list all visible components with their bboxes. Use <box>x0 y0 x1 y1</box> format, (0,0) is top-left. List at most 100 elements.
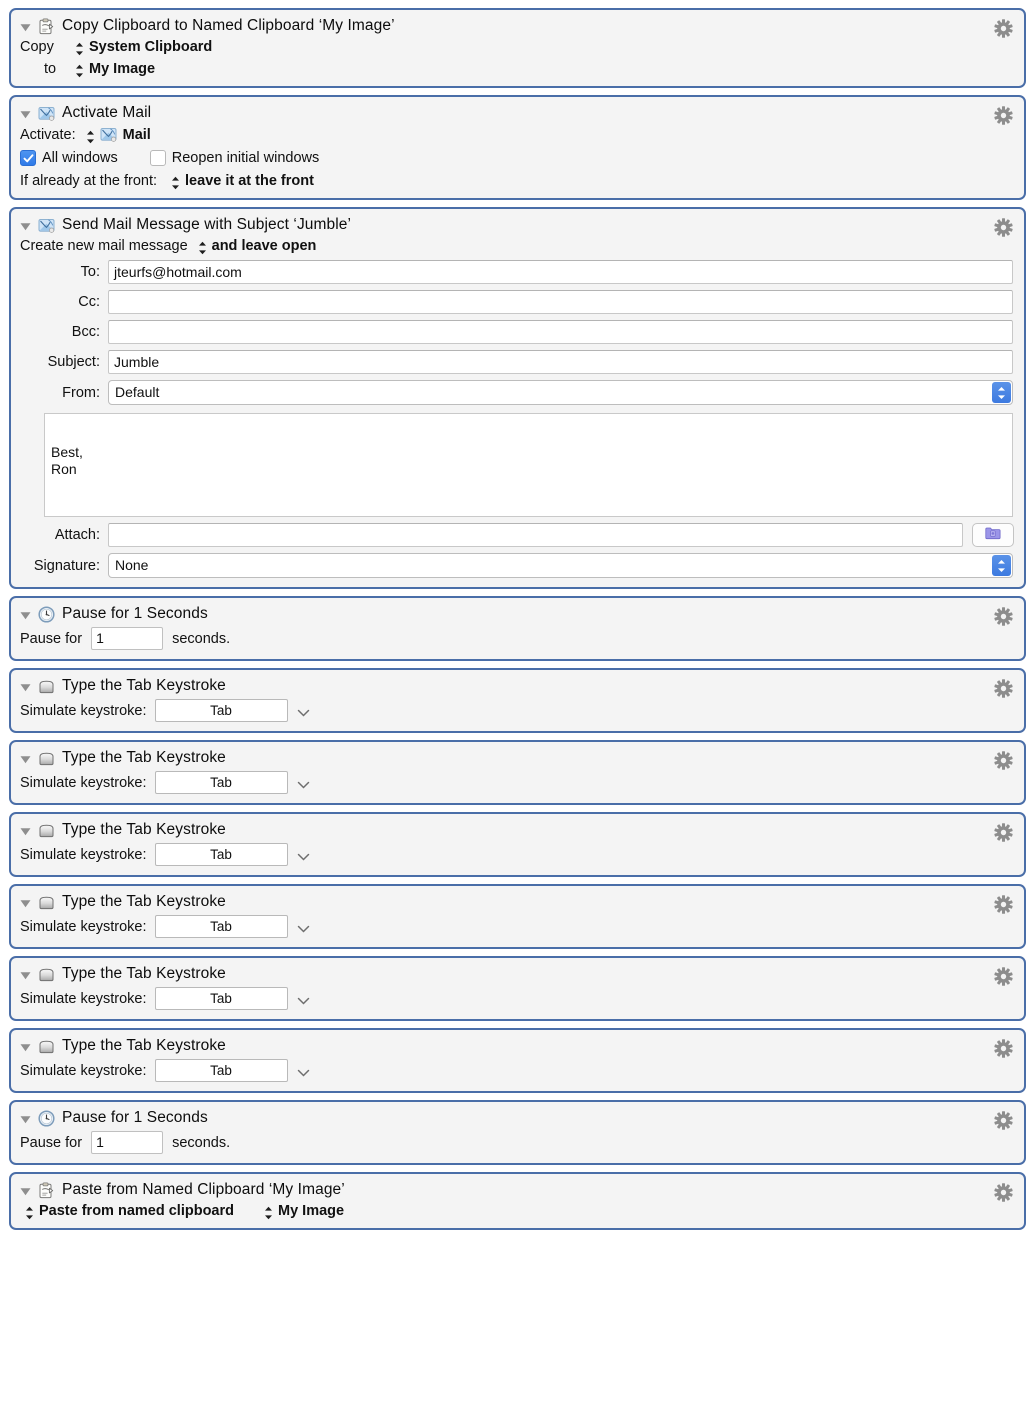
action-titlebar: Type the Tab Keystroke <box>11 886 1024 913</box>
paste-clipboard-popup-indicator-icon[interactable] <box>264 1206 273 1220</box>
action-panel-pause: Pause for 1 Seconds Pause for 1 seconds. <box>9 1100 1026 1165</box>
mail-field-label: To: <box>80 264 100 280</box>
create-message-value[interactable]: and leave open <box>212 238 317 254</box>
checkbox-all-windows-label: All windows <box>42 150 118 166</box>
disclosure-triangle-icon[interactable] <box>20 610 31 621</box>
action-panel-keystroke: Type the Tab Keystroke Simulate keystroke… <box>9 1028 1026 1093</box>
signature-select[interactable]: None <box>108 553 1013 578</box>
macro-actions-list: Copy Clipboard to Named Clipboard ‘My Im… <box>0 0 1035 1407</box>
keystroke-row: Simulate keystroke: Tab <box>20 915 1014 938</box>
activate-value[interactable]: Mail <box>123 127 151 143</box>
mail-body-textarea[interactable]: Best, Ron <box>44 413 1013 517</box>
keystroke-input[interactable]: Tab <box>154 987 288 1010</box>
paste-action-value[interactable]: Paste from named clipboard <box>39 1203 234 1219</box>
chevron-down-icon[interactable] <box>297 994 310 1005</box>
keystroke-input[interactable]: Tab <box>154 915 288 938</box>
keystroke-input[interactable]: Tab <box>154 771 288 794</box>
disclosure-triangle-icon[interactable] <box>20 1114 31 1125</box>
action-titlebar: Type the Tab Keystroke <box>11 958 1024 985</box>
disclosure-triangle-icon[interactable] <box>20 970 31 981</box>
gear-icon[interactable] <box>994 1183 1013 1202</box>
mail-field-input[interactable] <box>108 290 1013 314</box>
disclosure-triangle-icon[interactable] <box>20 221 31 232</box>
gear-icon[interactable] <box>994 607 1013 626</box>
action-panel-pause: Pause for 1 Seconds Pause for 1 seconds. <box>9 596 1026 661</box>
action-title: Activate Mail <box>62 104 152 121</box>
app-popup-indicator-icon[interactable] <box>86 130 95 144</box>
mail-field-row: Subject: Jumble <box>20 350 1014 374</box>
create-message-popup-indicator-icon[interactable] <box>198 241 207 255</box>
gear-icon[interactable] <box>994 823 1013 842</box>
mail-field-input[interactable] <box>108 320 1013 344</box>
disclosure-triangle-icon[interactable] <box>20 754 31 765</box>
from-label: From: <box>62 384 100 401</box>
attach-browse-button[interactable] <box>972 523 1014 547</box>
keystroke-input[interactable]: Tab <box>154 699 288 722</box>
row-value[interactable]: My Image <box>89 61 155 77</box>
chevron-down-icon[interactable] <box>297 706 310 717</box>
checkbox-row: All windows Reopen initial windows <box>20 150 1014 166</box>
action-title: Type the Tab Keystroke <box>62 821 226 838</box>
front-behavior-popup-indicator-icon[interactable] <box>171 176 180 190</box>
gear-icon[interactable] <box>994 895 1013 914</box>
disclosure-triangle-icon[interactable] <box>20 826 31 837</box>
action-title: Pause for 1 Seconds <box>62 1109 208 1126</box>
from-stepper-icon[interactable] <box>992 382 1011 403</box>
activate-row: Activate: Mail <box>20 126 1014 143</box>
pause-duration-input[interactable]: 1 <box>91 1131 164 1154</box>
mail-field-input[interactable]: jteurfs@hotmail.com <box>108 260 1013 284</box>
mail-field-input[interactable]: Jumble <box>108 350 1013 374</box>
gear-icon[interactable] <box>994 679 1013 698</box>
disclosure-triangle-icon[interactable] <box>20 682 31 693</box>
gear-icon[interactable] <box>994 106 1013 125</box>
action-panel-activate-app: Activate Mail Activate: Mail All windows Reo… <box>9 95 1026 200</box>
gear-icon[interactable] <box>994 751 1013 770</box>
action-titlebar: Type the Tab Keystroke <box>11 1030 1024 1057</box>
signature-stepper-icon[interactable] <box>992 555 1011 576</box>
chevron-down-icon[interactable] <box>297 922 310 933</box>
checkbox-reopen-initial-windows[interactable] <box>149 150 166 166</box>
checkbox-all-windows[interactable] <box>20 150 36 166</box>
mail-field-row: Cc: <box>20 290 1014 314</box>
action-titlebar: Type the Tab Keystroke <box>11 670 1024 697</box>
paste-row: Paste from named clipboard My Image <box>20 1203 1014 1220</box>
clipboard-row: to My Image <box>20 61 1014 78</box>
from-select[interactable]: Default <box>108 380 1013 405</box>
gear-icon[interactable] <box>994 1111 1013 1130</box>
mail-app-icon <box>38 217 55 234</box>
keystroke-row: Simulate keystroke: Tab <box>20 771 1014 794</box>
action-body: Copy System Clipboard to My Image <box>11 37 1024 86</box>
chevron-down-icon[interactable] <box>297 1066 310 1077</box>
gear-icon[interactable] <box>994 967 1013 986</box>
gear-icon[interactable] <box>994 1039 1013 1058</box>
from-value: Default <box>115 384 160 400</box>
source-popup-indicator-icon[interactable] <box>75 64 84 78</box>
pause-duration-input[interactable]: 1 <box>91 627 164 650</box>
front-behavior-value[interactable]: leave it at the front <box>185 173 314 189</box>
attach-input[interactable] <box>108 523 963 547</box>
action-title: Paste from Named Clipboard ‘My Image’ <box>62 1181 345 1198</box>
disclosure-triangle-icon[interactable] <box>20 1042 31 1053</box>
gear-icon[interactable] <box>994 218 1013 237</box>
action-titlebar: Copy Clipboard to Named Clipboard ‘My Im… <box>11 10 1024 37</box>
row-value[interactable]: System Clipboard <box>89 39 212 55</box>
paste-clipboard-value[interactable]: My Image <box>278 1203 344 1219</box>
chevron-down-icon[interactable] <box>297 778 310 789</box>
disclosure-triangle-icon[interactable] <box>20 22 31 33</box>
action-panel-keystroke: Type the Tab Keystroke Simulate keystroke… <box>9 668 1026 733</box>
action-titlebar: Type the Tab Keystroke <box>11 814 1024 841</box>
keystroke-input[interactable]: Tab <box>154 1059 288 1082</box>
disclosure-triangle-icon[interactable] <box>20 1186 31 1197</box>
action-title: Pause for 1 Seconds <box>62 605 208 622</box>
chevron-down-icon[interactable] <box>297 850 310 861</box>
paste-action-popup-indicator-icon[interactable] <box>25 1206 34 1220</box>
create-message-row: Create new mail message and leave open <box>20 238 1014 255</box>
keystroke-input[interactable]: Tab <box>154 843 288 866</box>
source-popup-indicator-icon[interactable] <box>75 42 84 56</box>
disclosure-triangle-icon[interactable] <box>20 109 31 120</box>
action-panel-send-mail: Send Mail Message with Subject ‘Jumble’ C… <box>9 207 1026 589</box>
disclosure-triangle-icon[interactable] <box>20 898 31 909</box>
gear-icon[interactable] <box>994 19 1013 38</box>
pause-prefix-label: Pause for <box>20 630 83 647</box>
keystroke-label: Simulate keystroke: <box>20 774 147 791</box>
